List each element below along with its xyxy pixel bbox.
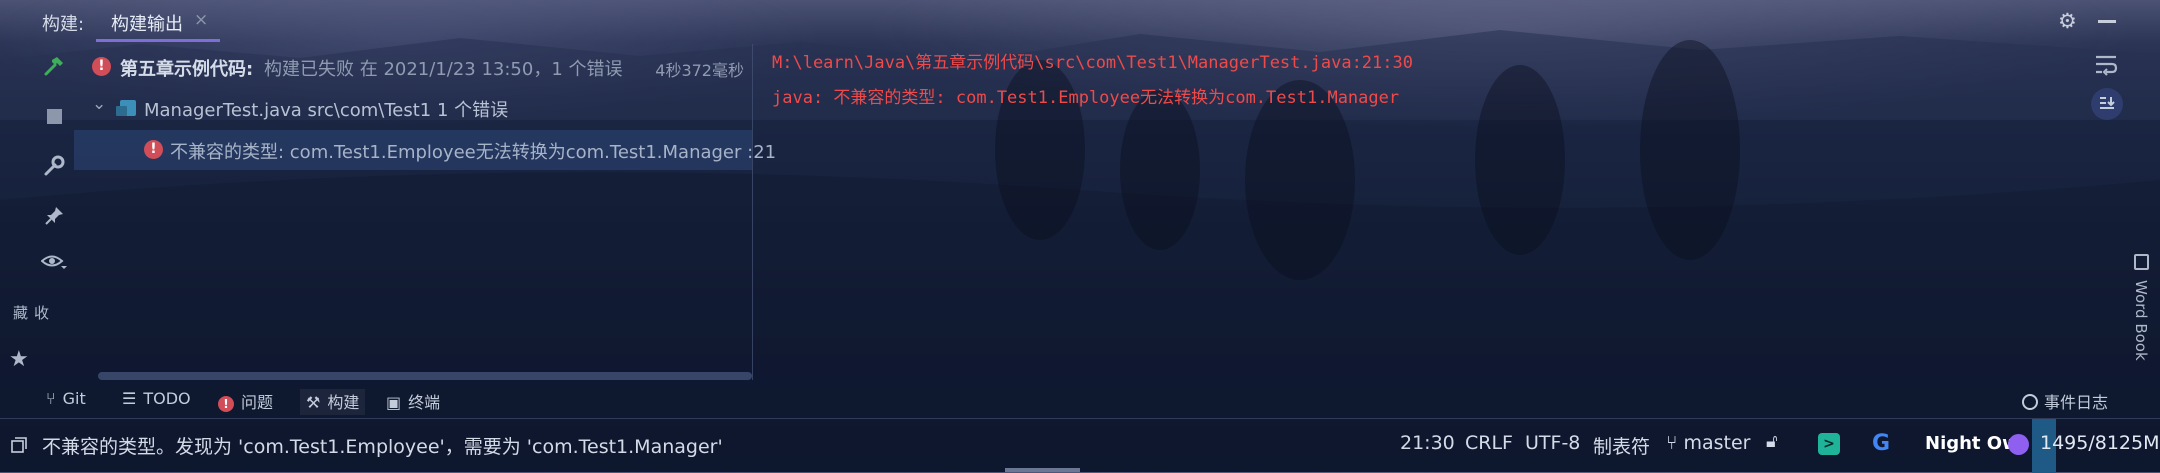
- tool-tab-todo-label: TODO: [143, 389, 191, 408]
- git-branch-widget[interactable]: ⑂ master: [1666, 432, 1750, 454]
- build-tool-window-header: 构建: 构建输出 × ⚙: [0, 0, 2160, 42]
- tool-tab-terminal[interactable]: ▣ 终端: [386, 389, 440, 415]
- console-line-path[interactable]: M:\learn\Java\第五章示例代码\src\com\Test1\Mana…: [772, 48, 1413, 73]
- git-branch-icon: ⑂: [46, 389, 56, 408]
- hammer-icon: ⚒: [306, 393, 321, 412]
- word-book-label: Word Book: [2132, 280, 2150, 361]
- event-log-button[interactable]: 事件日志: [2022, 389, 2108, 413]
- build-duration: 4秒372毫秒: [655, 61, 744, 80]
- tab-build-output[interactable]: 构建输出 ×: [96, 0, 220, 42]
- tab-build-output-label: 构建输出: [111, 14, 183, 35]
- memory-indicator[interactable]: 1495/8125M: [2032, 419, 2160, 473]
- error-node-message: 不兼容的类型: com.Test1.Employee无法转换为com.Test1…: [170, 142, 777, 163]
- build-project-name: 第五章示例代码:: [120, 59, 254, 80]
- scroll-to-end-icon[interactable]: [2091, 88, 2123, 120]
- tool-window-tabs: ⑂ Git ☰ TODO ! 问题 ⚒ 构建 ▣ 终端 事件日志: [0, 386, 2160, 416]
- star-icon: ★: [9, 347, 29, 372]
- build-file-node[interactable]: ⌄ ManagerTest.java src\com\Test1 1 个错误: [74, 88, 752, 128]
- tool-tab-git-label: Git: [62, 389, 86, 408]
- console-line-error: java: 不兼容的类型: com.Test1.Employee无法转换为com…: [772, 88, 1400, 108]
- indent-setting[interactable]: 制表符: [1593, 432, 1650, 459]
- google-translate-icon[interactable]: G: [1872, 431, 1890, 456]
- build-error-node[interactable]: ! 不兼容的类型: com.Test1.Employee无法转换为com.Tes…: [74, 130, 776, 170]
- java-file-icon: [116, 100, 136, 116]
- soft-wrap-icon[interactable]: [2094, 54, 2118, 76]
- build-root-node[interactable]: ! 第五章示例代码: 构建已失败 在 2021/1/23 13:50，1 个错误…: [74, 47, 752, 87]
- stop-icon[interactable]: [36, 98, 72, 134]
- book-icon: [2134, 254, 2149, 270]
- chevron-down-icon[interactable]: ⌄: [92, 94, 106, 114]
- git-branch-icon: ⑂: [1666, 432, 1678, 454]
- settings-gear-icon[interactable]: ⚙: [2058, 9, 2077, 33]
- status-bar: 不兼容的类型。发现为 'com.Test1.Employee'，需要为 'com…: [0, 418, 2160, 473]
- window-resize-handle[interactable]: [1005, 468, 1080, 472]
- terminal-icon[interactable]: >: [1818, 433, 1840, 455]
- tab-close-icon[interactable]: ×: [194, 10, 208, 30]
- pin-icon[interactable]: [36, 198, 72, 234]
- tool-tab-todo[interactable]: ☰ TODO: [122, 389, 191, 415]
- event-log-label: 事件日志: [2044, 393, 2109, 412]
- status-message[interactable]: 不兼容的类型。发现为 'com.Test1.Employee'，需要为 'com…: [42, 432, 723, 459]
- tool-tab-problems-label: 问题: [241, 393, 274, 412]
- tool-window-title: 构建:: [42, 14, 85, 35]
- memory-usage-text: 1495/8125M: [2040, 432, 2160, 454]
- tool-windows-toggle-icon[interactable]: [11, 437, 27, 453]
- caret-position[interactable]: 21:30: [1400, 432, 1455, 454]
- error-icon: !: [92, 57, 111, 76]
- unlock-icon[interactable]: 🔓︎: [1766, 431, 1778, 452]
- eye-view-icon[interactable]: [36, 244, 72, 280]
- tool-tab-build-label: 构建: [327, 393, 360, 412]
- error-icon: !: [144, 140, 163, 159]
- tool-tab-build[interactable]: ⚒ 构建: [300, 389, 366, 415]
- build-results-tree: ! 第五章示例代码: 构建已失败 在 2021/1/23 13:50，1 个错误…: [74, 44, 776, 380]
- list-icon: ☰: [122, 389, 137, 408]
- build-status-text: 构建已失败 在 2021/1/23 13:50，1 个错误: [264, 59, 623, 80]
- rebuild-hammer-icon[interactable]: [36, 48, 72, 84]
- theme-dot-icon[interactable]: [2008, 434, 2029, 455]
- tool-tab-problems[interactable]: ! 问题: [218, 389, 273, 415]
- terminal-icon: ▣: [386, 393, 402, 412]
- event-log-icon: [2022, 394, 2038, 410]
- problem-icon: !: [218, 393, 234, 412]
- tool-tab-terminal-label: 终端: [408, 393, 441, 412]
- wrench-icon[interactable]: [36, 148, 72, 184]
- tab-active-underline: [96, 39, 220, 42]
- tool-tab-git[interactable]: ⑂ Git: [46, 389, 86, 415]
- file-encoding[interactable]: UTF-8: [1525, 432, 1580, 454]
- minimize-icon[interactable]: [2098, 20, 2116, 23]
- bookmarks-label: 收藏: [11, 305, 50, 320]
- line-separator[interactable]: CRLF: [1465, 432, 1513, 454]
- file-node-label: ManagerTest.java src\com\Test1 1 个错误: [144, 100, 509, 121]
- git-branch-name: master: [1683, 432, 1751, 454]
- horizontal-scrollbar[interactable]: [98, 372, 752, 380]
